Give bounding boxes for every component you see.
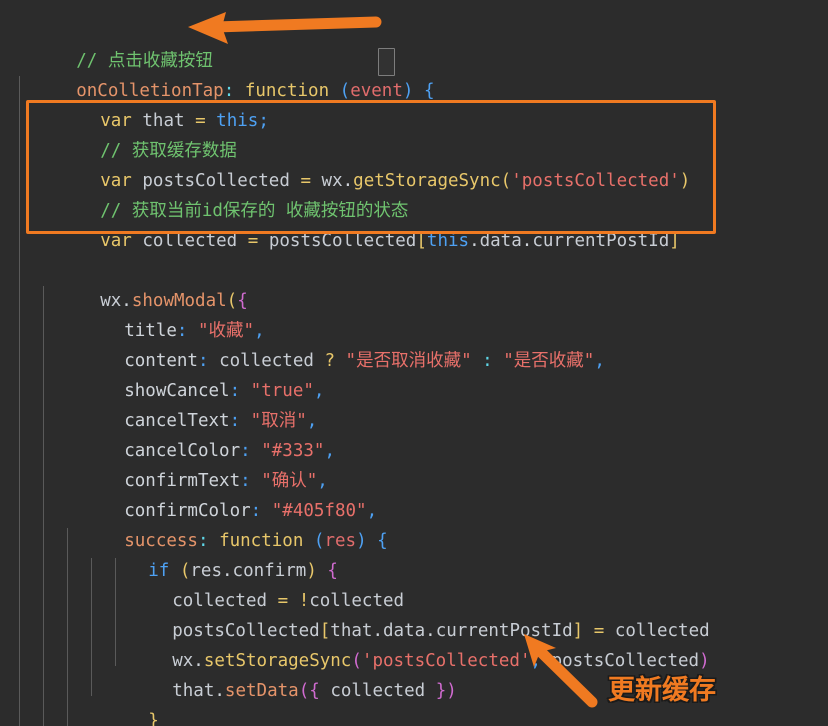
- token-bracket-open: [: [416, 231, 427, 251]
- code-line-confirmcolor: confirmColor: "#405f80",: [124, 501, 378, 521]
- token-paren-close: ): [402, 81, 414, 101]
- token-this: this: [426, 231, 470, 251]
- token-paren-close: ): [356, 531, 367, 551]
- token-currentpostid: currentPostId: [532, 231, 670, 251]
- token-var: var: [100, 231, 132, 251]
- token-string-collect: "是否收藏": [503, 351, 595, 371]
- code-line-showmodal: wx.showModal({: [100, 291, 248, 311]
- token-that: that: [172, 681, 215, 701]
- code-line-showcancel: showCancel: "true",: [124, 381, 325, 401]
- token-assign: =: [247, 231, 259, 251]
- code-line-cancelcolor: cancelColor: "#333",: [124, 441, 335, 461]
- token-param-event: event: [350, 81, 403, 101]
- annotation-label-update-cache: 更新缓存: [607, 674, 717, 707]
- code-line-close-if: }: [85, 676, 159, 726]
- code-screenshot: // 点击收藏按钮 onColletionTap: function (even…: [0, 0, 828, 726]
- code-line-var-that: var that = this;: [37, 76, 269, 131]
- code-line-content: content: collected ? "是否取消收藏" : "是否收藏",: [124, 351, 605, 371]
- code-line-get-storage-sync: var postsCollected = wx.getStorageSync('…: [37, 136, 690, 191]
- token-brace-close: }: [148, 711, 159, 726]
- token-semicolon: ;: [258, 111, 269, 131]
- token-paren-open: (: [500, 171, 512, 191]
- token-paren-open: (: [339, 81, 351, 101]
- token-paren-open: (: [298, 681, 310, 701]
- code-line-set-postscollected: postsCollected[that.data.currentPostId] …: [172, 621, 710, 641]
- code-line-set-storage-sync: wx.setStorageSync('postsCollected', post…: [172, 651, 710, 671]
- code-line-comment-get-cache: // 获取缓存数据: [37, 106, 237, 161]
- code-line-var-collected: var collected = postsCollected[this.data…: [100, 231, 680, 251]
- token-brace-open: {: [309, 681, 320, 701]
- token-data: data: [479, 231, 522, 251]
- code-line-success: success: function (res) {: [124, 531, 388, 551]
- token-brace-open: {: [423, 81, 435, 101]
- token-paren-close: ): [446, 681, 457, 701]
- token-paren-close: ): [679, 171, 691, 191]
- code-line-close-success: }: [61, 706, 135, 726]
- token-ternary-colon: :: [482, 351, 493, 371]
- token-brace-close: }: [435, 681, 447, 701]
- code-line-toggle-collected: collected = !collected: [109, 556, 404, 611]
- token-postscollected: postsCollected: [268, 231, 417, 251]
- token-method-setdata: setData: [224, 681, 299, 701]
- code-line-comment-current-id: // 获取当前id保存的 收藏按钮的状态: [37, 166, 408, 221]
- code-line-setdata: that.setData({ collected }): [172, 681, 457, 701]
- token-string-postscollected: 'postsCollected': [511, 171, 680, 191]
- bracket-match-highlight: [378, 48, 395, 76]
- token-bracket-close: ]: [669, 231, 680, 251]
- code-line-canceltext: cancelText: "取消",: [124, 411, 318, 431]
- token-collected: collected: [330, 681, 426, 701]
- code-line-function-decl: onColletionTap: function (event) {: [13, 46, 434, 101]
- code-line-title: title: "收藏",: [124, 321, 265, 341]
- token-string-cancel-collect: "是否取消收藏": [345, 351, 472, 371]
- code-line-if-confirm: if (res.confirm) {: [148, 561, 338, 581]
- token-collected: collected: [142, 231, 238, 251]
- code-line-comment-click-collect: // 点击收藏按钮: [13, 16, 213, 71]
- code-editor-surface[interactable]: // 点击收藏按钮 onColletionTap: function (even…: [0, 0, 828, 726]
- token-ternary: ?: [324, 351, 335, 371]
- token-brace-open: {: [377, 531, 388, 551]
- code-line-confirmtext: confirmText: "确认",: [124, 471, 328, 491]
